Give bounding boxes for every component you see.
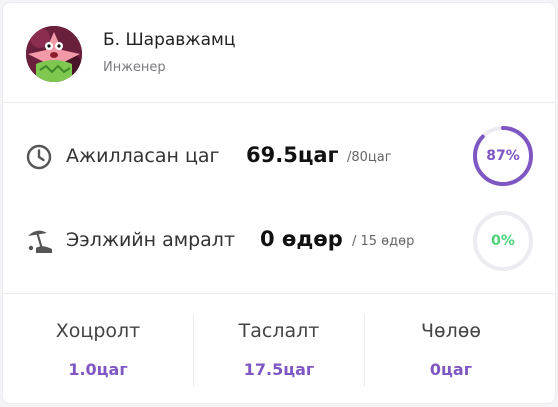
- summary-late-value: 1.0цаг: [68, 360, 128, 379]
- clock-icon: [25, 143, 53, 171]
- vacation-label: Ээлжийн амралт: [66, 229, 236, 251]
- patrick-star-avatar-icon: [26, 26, 82, 82]
- attendance-card: Б. Шаравжамц Инженер Ажилласан цаг 69.5ц…: [2, 2, 556, 404]
- worked-hours-label: Ажилласан цаг: [66, 145, 220, 167]
- summary-absence-value: 17.5цаг: [243, 360, 315, 379]
- worked-percent: 87%: [486, 148, 520, 164]
- summary-leave: Чөлөө 0цаг: [365, 295, 537, 405]
- vacation-percent: 0%: [491, 233, 515, 249]
- vacation-row: Ээлжийн амралт 0 өдөр / 15 өдөр 0%: [3, 211, 555, 271]
- summary-leave-value: 0цаг: [429, 360, 473, 379]
- vacation-total: / 15 өдөр: [352, 234, 415, 249]
- worked-hours-value: 69.5цаг: [246, 143, 339, 167]
- divider: [3, 102, 555, 103]
- worked-progress-ring: 87%: [471, 124, 535, 188]
- summary-footer: Хоцролт 1.0цаг Таслалт 17.5цаг Чөлөө 0ца…: [3, 295, 555, 405]
- divider: [3, 293, 555, 294]
- summary-absence: Таслалт 17.5цаг: [194, 295, 364, 405]
- profile-header: Б. Шаравжамц Инженер: [3, 3, 555, 103]
- user-role: Инженер: [103, 60, 166, 75]
- beach-umbrella-icon: [25, 227, 53, 255]
- vacation-value: 0 өдөр: [260, 227, 343, 251]
- vacation-progress-ring: 0%: [471, 209, 535, 273]
- worked-hours-total: /80цаг: [347, 150, 392, 165]
- avatar[interactable]: [26, 26, 82, 82]
- summary-absence-title: Таслалт: [238, 320, 320, 342]
- summary-leave-title: Чөлөө: [420, 320, 482, 342]
- summary-late: Хоцролт 1.0цаг: [3, 295, 193, 405]
- user-name: Б. Шаравжамц: [103, 30, 236, 50]
- summary-late-title: Хоцролт: [55, 320, 141, 342]
- worked-hours-row: Ажилласан цаг 69.5цаг /80цаг 87%: [3, 124, 555, 188]
